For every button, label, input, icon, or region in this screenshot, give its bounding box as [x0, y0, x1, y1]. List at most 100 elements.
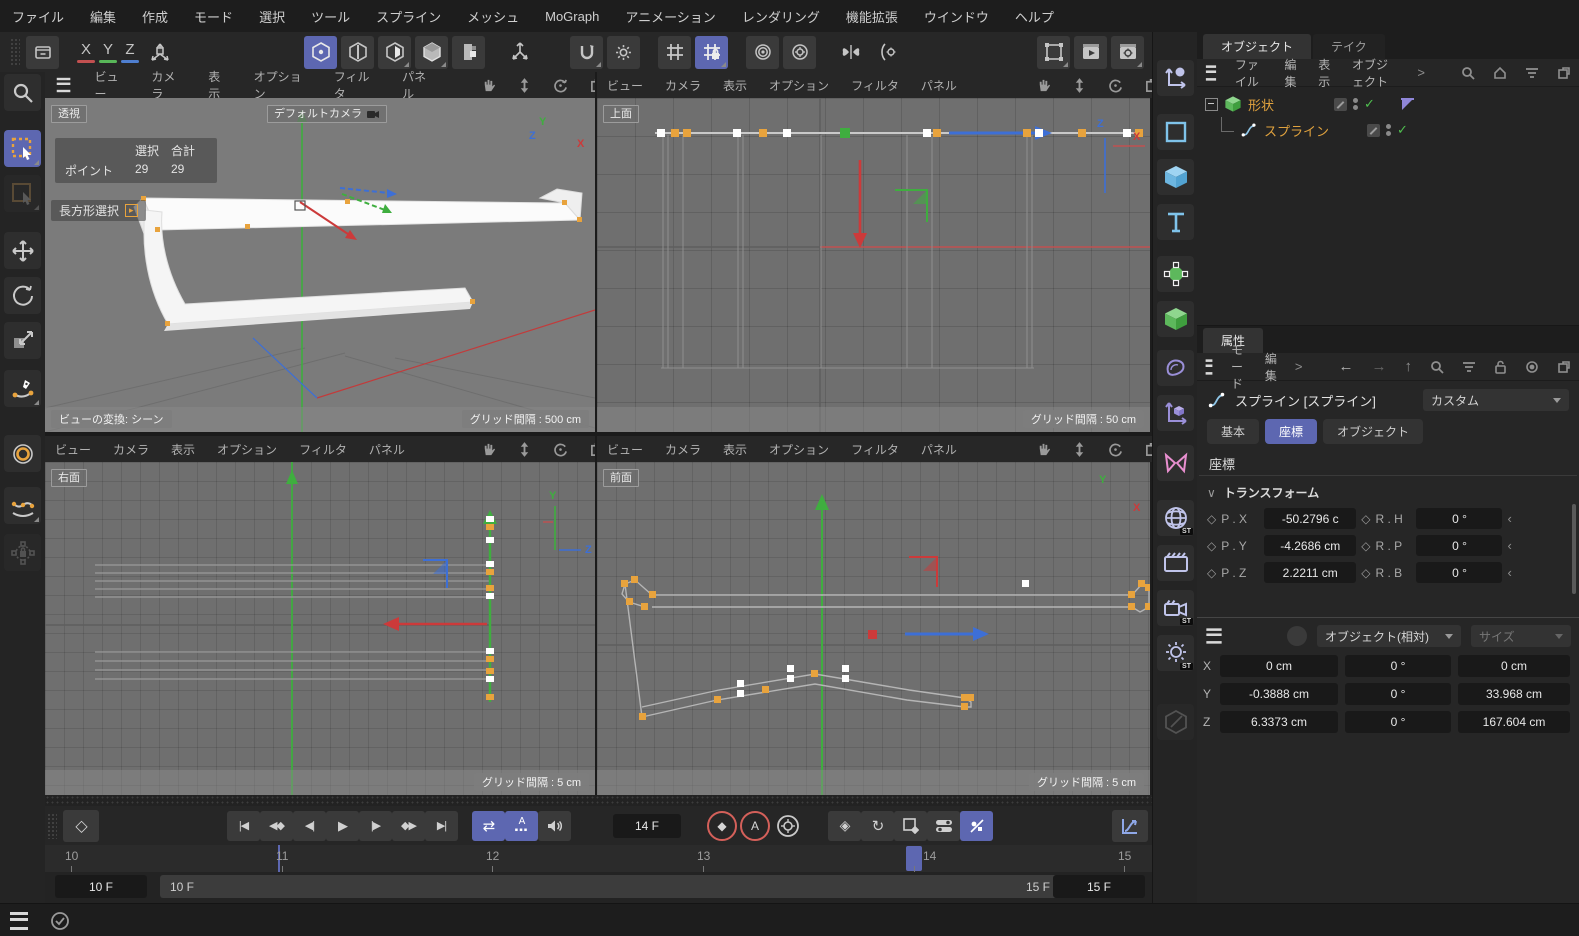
axis-x-button[interactable]: X	[77, 37, 95, 67]
texture-mode-button[interactable]	[452, 35, 485, 69]
sky-icon[interactable]: ST	[1157, 500, 1194, 536]
lock-icon[interactable]	[1494, 360, 1507, 374]
xpresso-flag-icon[interactable]	[1400, 97, 1414, 111]
vp-menu-view[interactable]: ビュー	[55, 441, 91, 458]
viewport-label[interactable]: 右面	[51, 469, 87, 487]
menu-overflow-chevron[interactable]: >	[1417, 65, 1425, 80]
menu-tools[interactable]: ツール	[311, 7, 350, 26]
vp-menu-filter[interactable]: フィルタ	[299, 441, 347, 458]
object-row-spline[interactable]: スプライン ✓	[1197, 116, 1579, 143]
key-parameter-button[interactable]	[927, 810, 960, 841]
rot-z-field[interactable]: 0 °	[1345, 711, 1451, 733]
tab-object[interactable]: オブジェクト	[1323, 419, 1424, 444]
viewport-label[interactable]: 透視	[51, 105, 87, 123]
find-tool[interactable]	[4, 74, 41, 111]
pz-field[interactable]: 2.2211 cm	[1264, 562, 1357, 583]
vp-menu-panel[interactable]: パネル	[921, 441, 957, 458]
pos-x-field[interactable]: 0 cm	[1220, 655, 1338, 677]
vp-menu-filter[interactable]: フィルタ	[334, 68, 380, 102]
play-button[interactable]: ▶	[326, 810, 359, 841]
scroll-left-chevron[interactable]: ‹	[1507, 538, 1511, 553]
external-window-icon[interactable]	[1557, 66, 1571, 80]
am-menu-edit[interactable]: 編集	[1265, 350, 1277, 384]
key-pla-button[interactable]	[960, 810, 993, 841]
rotate-tool[interactable]	[4, 277, 41, 314]
sculpt-icon[interactable]	[1157, 704, 1194, 740]
target-icon[interactable]	[1525, 360, 1539, 374]
vp-menu-panel[interactable]: パネル	[921, 77, 957, 94]
archive-box-button[interactable]	[26, 35, 59, 69]
coordinate-menu-icon[interactable]	[1206, 628, 1222, 644]
snap-button[interactable]	[570, 35, 603, 69]
keyframe-dot-icon[interactable]: ◇	[1361, 539, 1370, 553]
quantize-lock-button[interactable]	[695, 35, 728, 69]
render-settings-button[interactable]	[1111, 35, 1144, 69]
vp-menu-camera[interactable]: カメラ	[665, 77, 701, 94]
back-icon[interactable]: ←	[1339, 358, 1354, 375]
modeling-settings-button[interactable]	[783, 35, 816, 69]
axis-mode-button[interactable]	[503, 36, 536, 69]
menu-mode[interactable]: モード	[194, 7, 233, 26]
toolbar-grip[interactable]	[10, 38, 20, 66]
menu-spline[interactable]: スプライン	[376, 7, 441, 26]
viewport-right[interactable]: 右面 Y Z グリッド間隔 : 5 cm	[45, 462, 595, 795]
live-select-tool[interactable]	[4, 175, 41, 212]
vp-menu-display[interactable]: 表示	[208, 68, 231, 102]
transform-group-header[interactable]: ∨ トランスフォーム	[1197, 480, 1579, 505]
snap-settings-button[interactable]	[607, 35, 640, 69]
render-view-button[interactable]	[1074, 35, 1107, 69]
menu-help[interactable]: ヘルプ	[1015, 7, 1054, 26]
viewport-perspective[interactable]: 透視 デフォルトカメラ Y Z X 選択 合計 ポイント 29 29 長方形選択 ▸ …	[45, 98, 595, 432]
layer-icon[interactable]	[1334, 97, 1348, 111]
om-menu-edit[interactable]: 編集	[1284, 56, 1300, 90]
range-start-field[interactable]: 10 F	[55, 875, 147, 898]
expand-icon[interactable]	[1205, 97, 1218, 111]
points-mode-button[interactable]	[304, 35, 337, 69]
mirror-button[interactable]	[834, 36, 867, 69]
search-icon[interactable]	[1461, 66, 1475, 80]
pos-z-field[interactable]: 6.3373 cm	[1220, 711, 1338, 733]
next-frame-button[interactable]: |▶	[359, 810, 392, 841]
menu-select[interactable]: 選択	[259, 7, 285, 26]
instance-axis-icon[interactable]	[1157, 395, 1194, 431]
record-keyframe-button[interactable]: ◆	[705, 810, 738, 841]
key-position-button[interactable]: ◈	[828, 810, 861, 841]
viewport-label[interactable]: 上面	[603, 105, 639, 123]
autokey-pla-button[interactable]: A ▪▪▪	[505, 810, 538, 841]
pan-icon[interactable]	[1036, 442, 1051, 457]
axis-handle-icon[interactable]	[1157, 60, 1194, 96]
vp-menu-options[interactable]: オプション	[769, 77, 829, 94]
rotate-view-icon[interactable]	[553, 442, 568, 457]
om-menu-objects[interactable]: オブジェクト	[1352, 56, 1399, 90]
character-rig-tool[interactable]	[4, 534, 41, 571]
menu-mesh[interactable]: メッシュ	[467, 7, 519, 26]
spline-pen-tool[interactable]	[4, 370, 41, 407]
tool-expand-icon[interactable]: ▸	[125, 204, 138, 217]
visibility-dots-icon[interactable]	[1386, 123, 1392, 138]
keyframe-dot-icon[interactable]: ◇	[1361, 512, 1370, 526]
move-tool[interactable]	[4, 232, 41, 269]
menu-rendering[interactable]: レンダリング	[742, 7, 820, 26]
pan-icon[interactable]	[481, 78, 496, 93]
next-key-button[interactable]: ◆▶	[392, 810, 425, 841]
coordinate-mode-dropdown[interactable]: オブジェクト(相対)	[1317, 625, 1461, 647]
keying-settings-button[interactable]	[771, 811, 804, 841]
viewport-label[interactable]: 前面	[603, 469, 639, 487]
prev-frame-button[interactable]: ◀|	[293, 810, 326, 841]
keyframe-dot-icon[interactable]: ◇	[1207, 566, 1216, 580]
spline-primitive-icon[interactable]	[1157, 114, 1194, 150]
key-scale-button[interactable]	[894, 810, 927, 841]
object-row-shape[interactable]: 形状 ✓	[1197, 91, 1579, 117]
filter-icon[interactable]	[1462, 361, 1476, 373]
scroll-left-chevron[interactable]: ‹	[1507, 511, 1511, 526]
am-menu-mode[interactable]: モード	[1231, 341, 1247, 392]
size-y-field[interactable]: 33.968 cm	[1458, 683, 1570, 705]
tab-coordinates[interactable]: 座標	[1265, 419, 1318, 444]
attribute-scrollbar[interactable]	[1572, 504, 1576, 594]
vp-menu-camera[interactable]: カメラ	[113, 441, 149, 458]
zoom-icon[interactable]	[518, 441, 531, 457]
light-icon[interactable]: ST	[1157, 635, 1194, 671]
tab-basic[interactable]: 基本	[1207, 419, 1260, 444]
key-rotation-button[interactable]: ↻	[861, 810, 894, 841]
menu-extensions[interactable]: 機能拡張	[846, 7, 898, 26]
